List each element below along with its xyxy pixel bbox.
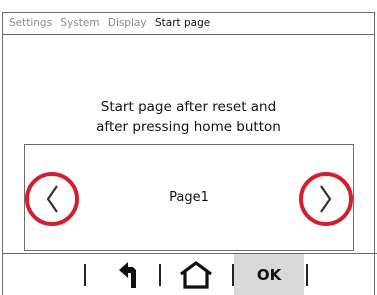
chevron-right-icon (320, 185, 332, 213)
breadcrumb-current-page: Start page (154, 17, 211, 29)
home-button[interactable] (172, 254, 220, 295)
breadcrumb-item-settings[interactable]: Settings (9, 17, 52, 29)
breadcrumb: Settings System Display Start page (3, 13, 374, 35)
separator (159, 264, 161, 286)
back-arrow-icon (119, 261, 136, 288)
separator (306, 264, 308, 286)
back-button[interactable] (104, 254, 152, 295)
breadcrumb-item-display[interactable]: Display (108, 17, 147, 29)
start-page-selector: Page1 (24, 144, 354, 251)
chevron-left-icon (46, 185, 58, 213)
description-line-2: after pressing home button (96, 119, 281, 135)
home-icon (180, 260, 212, 289)
screen: Settings System Display Start page Start… (2, 12, 377, 295)
ok-button[interactable]: OK (234, 254, 304, 295)
description-line-1: Start page after reset and (100, 99, 277, 115)
bottom-navigation-bar: OK (2, 253, 377, 295)
previous-page-button[interactable] (25, 172, 79, 226)
setting-description: Start page after reset and after pressin… (3, 97, 374, 137)
next-page-button[interactable] (299, 172, 353, 226)
breadcrumb-item-system[interactable]: System (60, 17, 99, 29)
separator (84, 264, 86, 286)
